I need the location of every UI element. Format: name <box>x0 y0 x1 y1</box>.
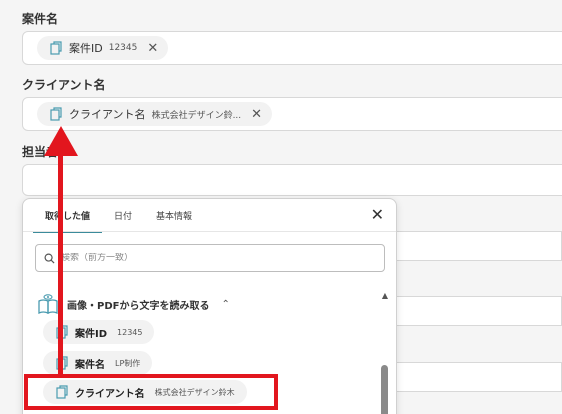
item-value: 12345 <box>117 327 143 337</box>
close-icon[interactable]: ✕ <box>147 42 158 55</box>
tab-basic-info[interactable]: 基本情報 <box>144 209 204 233</box>
search-icon <box>44 253 55 264</box>
chevron-up-icon[interactable]: ⌃ <box>221 299 229 310</box>
token-label: クライアント名 <box>69 108 146 121</box>
background-field <box>397 231 562 261</box>
document-icon <box>50 107 62 121</box>
scrollbar-thumb[interactable] <box>381 365 388 414</box>
token-chip-case-id[interactable]: 案件ID 12345 ✕ <box>37 36 169 60</box>
scroll-up-icon[interactable]: ▲ <box>382 291 388 300</box>
token-value: 株式会社デザイン鈴... <box>151 110 242 121</box>
annotation-arrow-head <box>44 126 78 156</box>
token-chip-client-name[interactable]: クライアント名 株式会社デザイン鈴... ✕ <box>37 102 273 126</box>
item-value: LP制作 <box>115 358 141 368</box>
tab-acquired-values[interactable]: 取得した値 <box>33 209 103 233</box>
close-icon[interactable]: ✕ <box>251 108 262 121</box>
close-icon[interactable]: ✕ <box>371 207 384 223</box>
item-label: 案件ID <box>75 328 108 340</box>
client-name-field[interactable]: クライアント名 株式会社デザイン鈴... ✕ <box>22 97 562 131</box>
search-box[interactable] <box>35 244 385 272</box>
divider <box>23 231 396 232</box>
background-field <box>397 362 562 392</box>
group-title: 画像・PDFから文字を読み取る <box>67 300 210 312</box>
group-header[interactable]: 画像・PDFから文字を読み取る ⌃ <box>37 293 230 315</box>
document-icon <box>50 41 62 55</box>
item-label: 案件名 <box>75 359 105 371</box>
book-eye-icon <box>38 294 58 315</box>
case-name-field[interactable]: 案件ID 12345 ✕ <box>22 31 562 65</box>
background-field <box>397 296 562 326</box>
annotation-arrow-shaft <box>58 152 63 376</box>
field-label-client-name: クライアント名 <box>22 78 106 92</box>
token-label: 案件ID <box>69 42 103 55</box>
field-label-case-name: 案件名 <box>22 12 59 26</box>
tab-date[interactable]: 日付 <box>102 209 144 233</box>
annotation-highlight-box <box>24 374 278 410</box>
assignee-field[interactable] <box>22 164 562 196</box>
token-value: 12345 <box>108 43 138 53</box>
search-input[interactable] <box>61 253 341 263</box>
